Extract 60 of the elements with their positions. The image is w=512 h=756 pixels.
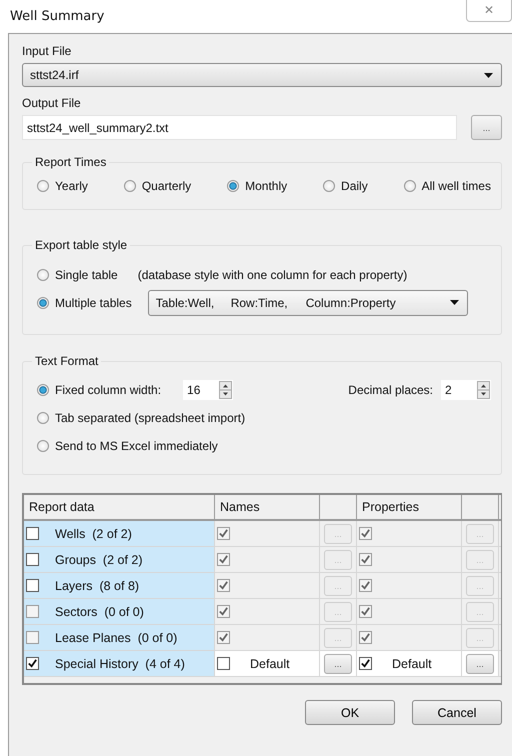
browse-button[interactable]: ... xyxy=(466,654,494,674)
radio-button[interactable] xyxy=(37,269,49,281)
checkbox[interactable] xyxy=(26,553,39,566)
field-label: Input File xyxy=(22,44,72,58)
dialog-button[interactable]: Cancel xyxy=(412,700,502,725)
row-label: Sectors (0 of 0) xyxy=(55,604,144,618)
output-file-field[interactable]: sttst24_well_summary2.txt xyxy=(22,115,457,140)
group-title: Text Format xyxy=(32,354,102,368)
caret-icon xyxy=(450,300,459,305)
column-header: Names xyxy=(215,495,320,519)
checkbox[interactable] xyxy=(359,657,372,670)
close-button[interactable]: ✕ xyxy=(466,0,512,22)
checkbox[interactable] xyxy=(26,579,39,592)
radio-label: Yearly xyxy=(55,179,88,193)
row-label: Wells (2 of 2) xyxy=(55,526,132,540)
radio-label: Monthly xyxy=(245,179,288,193)
radio-label: Fixed column width: xyxy=(55,382,162,396)
column-header: Properties xyxy=(357,495,462,519)
radio-label: Tab separated (spreadsheet import) xyxy=(55,410,246,424)
cell-value: Default xyxy=(250,656,290,670)
radio-button[interactable] xyxy=(37,384,49,396)
row-label: Lease Planes (0 of 0) xyxy=(55,630,178,644)
decimal-places-label: Decimal places: xyxy=(348,382,433,396)
browse-button[interactable]: ... xyxy=(324,654,352,674)
radio-button[interactable] xyxy=(37,440,49,452)
radio-button[interactable] xyxy=(37,297,49,309)
radio-button[interactable] xyxy=(37,412,49,424)
decimal-places-spinner[interactable]: 2 xyxy=(441,380,491,400)
radio-button[interactable] xyxy=(227,180,240,192)
row-label: Special History (4 of 4) xyxy=(55,656,185,670)
row-label: Layers (8 of 8) xyxy=(55,578,140,592)
group-title: Export table style xyxy=(32,238,130,252)
radio-label: Daily xyxy=(341,179,368,193)
checkbox[interactable] xyxy=(26,657,39,670)
radio-label: Send to MS Excel immediately xyxy=(55,438,218,452)
option-note: (database style with one column for each property) xyxy=(138,268,408,282)
column-width-spinner[interactable]: 16 xyxy=(183,380,234,400)
browse-button[interactable]: ... xyxy=(471,115,502,140)
radio-label: Multiple tables xyxy=(55,296,132,310)
dialog-button[interactable]: OK xyxy=(305,700,395,725)
radio-button[interactable] xyxy=(37,180,49,192)
window-title: Well Summary xyxy=(10,9,104,24)
radio-label: Single table xyxy=(55,268,118,282)
row-label: Groups (2 of 2) xyxy=(55,552,143,566)
radio-button[interactable] xyxy=(323,180,336,192)
checkbox[interactable] xyxy=(217,657,230,670)
spin-arrows-icon xyxy=(219,380,232,398)
radio-button[interactable] xyxy=(404,180,416,192)
spin-arrows-icon xyxy=(477,380,490,398)
column-header: Report data xyxy=(24,495,215,519)
caret-icon xyxy=(484,73,493,78)
group-title: Report Times xyxy=(32,155,110,169)
radio-button[interactable] xyxy=(124,180,136,192)
table-layout-dropdown[interactable]: Table:Well, Row:Time, Column:Property xyxy=(148,290,468,316)
checkbox[interactable] xyxy=(26,527,39,540)
field-label: Output File xyxy=(22,96,81,110)
input-file-dropdown[interactable]: sttst24.irf xyxy=(22,63,502,87)
cell-value: Default xyxy=(392,656,432,670)
radio-label: Quarterly xyxy=(142,179,192,193)
radio-label: All well times xyxy=(422,179,491,193)
